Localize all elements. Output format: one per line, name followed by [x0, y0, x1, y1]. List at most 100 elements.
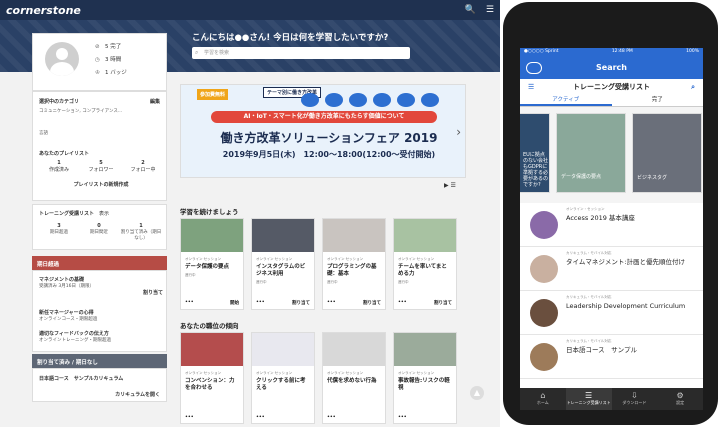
stat-hours: ◷ 3 時間 [95, 57, 122, 63]
course-thumbnail [394, 219, 456, 252]
badge-icon: ♔ [95, 70, 100, 76]
new-playlist-button[interactable]: プレイリストの新規作成 [39, 181, 163, 188]
curriculum-title[interactable]: 日本語コース サンプルカリキュラム [39, 375, 123, 382]
profile-card: ⊘ 5 完了 ◷ 3 時間 ♔ 1 バッジ [32, 33, 167, 91]
mobile-tabs: アクティブ 完了 [520, 95, 703, 107]
open-curriculum-button[interactable]: カリキュラムを開く [115, 391, 160, 398]
course-type: オンライン セッション [256, 257, 293, 261]
carousel-card[interactable]: ビジネスタグ [632, 113, 702, 193]
home-icon: ⌂ [540, 391, 546, 400]
course-title: コンベンション：力を合わせる [185, 378, 235, 391]
more-icon[interactable]: ••• [256, 300, 265, 306]
hamburger-icon[interactable]: ☰ [528, 79, 534, 95]
more-icon[interactable]: ••• [185, 300, 194, 306]
course-status: 進行中 [256, 280, 267, 284]
course-status: 進行中 [398, 280, 409, 284]
categories-value: コミュニケーション, コンプライアンス... [39, 109, 123, 114]
course-title: プログラミングの基礎：基本 [327, 264, 377, 277]
course-tile[interactable]: オンライン セッションコンベンション：力を合わせる ••• [180, 332, 244, 424]
check-icon: ⊘ [95, 44, 100, 50]
training-overdue-count[interactable]: 3 期日超過 [39, 223, 79, 241]
training-stats: 3 期日超過 0 期日間近 1 割り当て済み（期日なし） [39, 223, 163, 241]
list-item[interactable]: カリキュラム・モバイル対応 日本語コース サンプル [520, 335, 703, 379]
avatar[interactable] [45, 42, 79, 76]
cloud-logo-icon[interactable] [526, 62, 542, 74]
banner-subtitle: AI・IoT・スマート化が働き方改革にもたらす価値について [211, 111, 437, 123]
training-show-link[interactable]: 表示 [99, 210, 109, 217]
course-type: オンライン セッション [185, 371, 222, 375]
playlist-created[interactable]: 1 作成済み [39, 160, 79, 173]
course-tile[interactable]: オンライン セッション インスタグラムのビジネス利用 進行中 ••• 割り当て [251, 218, 315, 310]
tile-action-button[interactable]: 開始 [230, 300, 239, 306]
list-item[interactable]: マネジメントの基礎 受講済み 3月16日（期限） 割り当て [39, 276, 163, 296]
tile-action-button[interactable]: 割り当て [363, 300, 381, 306]
course-thumbnail [394, 333, 456, 366]
search-icon[interactable]: ⌕ [691, 79, 695, 95]
more-icon[interactable]: ••• [398, 415, 407, 420]
search-input[interactable]: ⌕ 学習を検索 [192, 47, 410, 59]
tab-active[interactable]: アクティブ [520, 95, 612, 106]
banner-date: 2019年9月5日(木) 12:00～18:00(12:00～受付開始) [222, 150, 436, 159]
overdue-list: マネジメントの基礎 受講済み 3月16日（期限） 割り当て 新任マネージャーの心… [32, 270, 167, 352]
mobile-search-label[interactable]: Search [596, 63, 627, 72]
play-icon[interactable]: ▶ ☰ [444, 182, 456, 189]
list-item[interactable]: 新任マネージャーの心得 オンラインコース・期限超過 [39, 309, 163, 322]
list-item[interactable]: カリキュラム・モバイル対応 Leadership Development Curr… [520, 291, 703, 335]
tab-home[interactable]: ⌂ ホーム [520, 388, 566, 410]
playlist-stats: 1 作成済み 5 フォロワー 2 フォロー中 [39, 160, 163, 173]
continue-title: 学習を続けましょう [180, 208, 239, 216]
more-icon[interactable]: ••• [327, 300, 336, 306]
tab-completed[interactable]: 完了 [612, 95, 704, 106]
assign-button: 割り当て [142, 290, 163, 296]
chevron-right-icon[interactable]: › [456, 125, 461, 139]
mobile-tab-bar: ⌂ ホーム ☰ トレーニング受講リスト ⇩ ダウンロード ⚙ 設定 [520, 388, 703, 410]
tile-action-button[interactable]: 割り当て [292, 300, 310, 306]
course-title: データ保護の要点 [185, 264, 230, 270]
playlists-title: あなたのプレイリスト [39, 151, 90, 157]
course-type: オンライン セッション [398, 257, 435, 261]
event-banner[interactable]: 参加費無料 テーマ別に働き方改革 AI・IoT・スマート化が働き方改革にもたらす… [180, 84, 466, 178]
course-thumbnail [181, 219, 243, 252]
list-item[interactable]: 適切なフィードバックの伝え方 オンライントレーニング・期限超過 [39, 330, 163, 343]
course-title: チームを率いてまとめる力 [398, 264, 447, 277]
course-tile[interactable]: オンライン セッションチームを率いてまとめる力進行中 ••• 割り当て [393, 218, 457, 310]
tile-action-button[interactable]: 割り当て [434, 300, 452, 306]
more-icon[interactable]: ••• [398, 300, 407, 306]
training-due-soon-count[interactable]: 0 期日間近 [79, 223, 119, 241]
carousel-card[interactable]: EUに拠点のない会社もGDPRに準拠する必要があるのですか? [520, 113, 550, 193]
course-tile[interactable]: オンライン セッション 代償を求めない行為 ••• [322, 332, 386, 424]
more-icon[interactable]: ••• [256, 415, 265, 420]
tab-download[interactable]: ⇩ ダウンロード [612, 388, 658, 410]
list-icon: ☰ [585, 391, 593, 400]
course-type: オンライン セッション [327, 371, 364, 375]
free-tag: 参加費無料 [197, 89, 229, 100]
playlist-following[interactable]: 2 フォロー中 [123, 160, 163, 173]
list-item[interactable]: カリキュラム・モバイル対応 タイムマネジメント:計画と優先順位付け [520, 247, 703, 291]
course-tile[interactable]: オンライン セッション プログラミングの基礎：基本 進行中 ••• 割り当て [322, 218, 386, 310]
menu-icon[interactable]: ☰ [486, 5, 494, 15]
cornerstone-logo[interactable]: cornerstone [6, 4, 81, 17]
search-icon[interactable]: 🔍 [465, 5, 476, 15]
more-icon[interactable]: ••• [185, 415, 194, 420]
language-label[interactable]: 言語 [39, 130, 48, 136]
more-icon[interactable]: ••• [327, 415, 336, 420]
mobile-carousel: EUに拠点のない会社もGDPRに準拠する必要があるのですか? データ保護の要点 … [520, 107, 703, 203]
carousel-card[interactable]: データ保護の要点 [556, 113, 626, 193]
course-thumbnail [323, 219, 385, 252]
training-assigned-count[interactable]: 1 割り当て済み（期日なし） [119, 223, 163, 241]
scroll-top-button[interactable]: ▲ [470, 386, 484, 400]
course-type: オンライン セッション [327, 257, 364, 261]
course-thumbnail [181, 333, 243, 366]
mobile-screen: ●○○○○ Sprint 12:48 PM 100% Search ☰ トレーニング… [520, 48, 703, 410]
playlist-followers[interactable]: 5 フォロワー [81, 160, 121, 173]
list-item[interactable]: オンライン・セッション Access 2019 基本講座 [520, 203, 703, 247]
course-tile[interactable]: オンライン セッション 事故報告:リスクの軽視 ••• [393, 332, 457, 424]
course-title: 事故報告:リスクの軽視 [398, 378, 450, 391]
top-bar: cornerstone 🔍 ☰ [0, 0, 500, 20]
categories-edit-link[interactable]: 編集 [150, 98, 160, 105]
tab-settings[interactable]: ⚙ 設定 [657, 388, 703, 410]
greeting-text: こんにちは●●さん! 今日は何を学習したいですか? [192, 33, 389, 43]
course-tile[interactable]: オンライン セッション クリックする前に考える ••• [251, 332, 315, 424]
tab-training-list[interactable]: ☰ トレーニング受講リスト [565, 388, 612, 410]
course-tile[interactable]: オンライン セッション データ保護の要点 進行中 ••• 開始 [180, 218, 244, 310]
